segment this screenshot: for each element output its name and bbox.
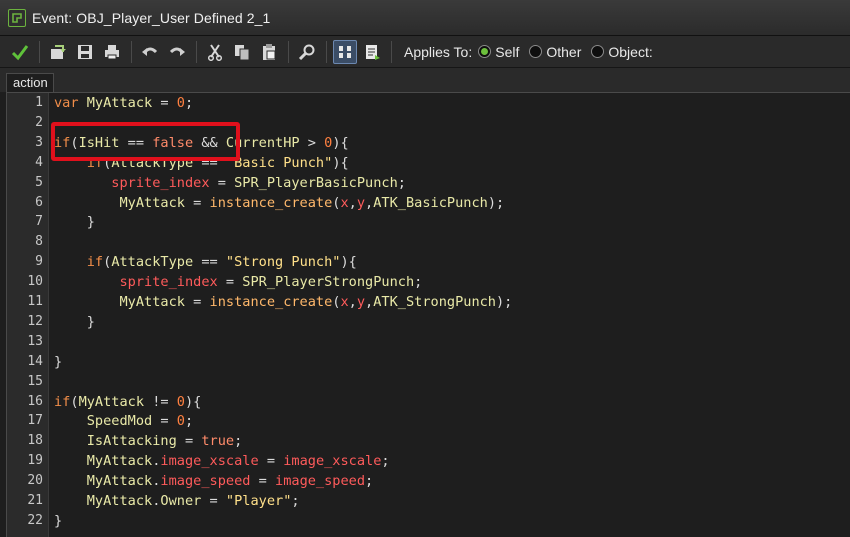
line-number: 19 [27, 453, 43, 469]
tab-strip: action [0, 68, 850, 92]
radio-object-label: Object: [608, 43, 653, 60]
code-line[interactable]: MyAttack.image_xscale = image_xscale; [54, 453, 390, 469]
line-number: 18 [27, 433, 43, 449]
toolbar-separator [131, 40, 132, 63]
find-icon[interactable] [295, 40, 319, 64]
line-number: 9 [35, 254, 43, 270]
line-number: 4 [35, 154, 43, 170]
line-number: 12 [27, 313, 43, 329]
radio-self-label: Self [495, 43, 520, 60]
radio-object[interactable] [591, 45, 605, 58]
save-icon[interactable] [73, 40, 97, 64]
toolbar-separator [326, 40, 327, 63]
code-line[interactable]: IsAttacking = true; [54, 433, 243, 449]
line-number: 7 [35, 214, 43, 230]
ok-checkmark-icon[interactable] [8, 40, 32, 64]
line-number: 16 [27, 393, 43, 409]
line-number: 13 [27, 333, 43, 349]
print-icon[interactable] [100, 40, 124, 64]
applies-to-label: Applies To: [404, 43, 473, 60]
code-line[interactable]: SpeedMod = 0; [54, 413, 193, 429]
undo-icon[interactable] [138, 40, 162, 64]
radio-other-label: Other [546, 43, 582, 60]
code-line[interactable]: MyAttack = instance_create(x,y,ATK_Stron… [54, 294, 512, 310]
code-line[interactable]: } [54, 513, 62, 529]
code-line[interactable]: sprite_index = SPR_PlayerBasicPunch; [54, 175, 406, 191]
toolbar: Applies To: Self Other Object: [0, 36, 850, 68]
code-line[interactable]: MyAttack.image_speed = image_speed; [54, 473, 373, 489]
toolbar-separator [288, 40, 289, 63]
radio-self[interactable] [478, 45, 492, 58]
copy-icon[interactable] [230, 40, 254, 64]
paste-icon[interactable] [257, 40, 281, 64]
window-title: Event: OBJ_Player_User Defined 2_1 [32, 9, 271, 26]
toolbar-separator [39, 40, 40, 63]
toolbar-separator [391, 40, 392, 63]
code-line[interactable]: MyAttack.Owner = "Player"; [54, 493, 300, 509]
line-number: 22 [27, 512, 43, 528]
import-icon[interactable] [46, 40, 70, 64]
code-line[interactable]: if(MyAttack != 0){ [54, 394, 201, 410]
code-editor[interactable]: 1 2 3 4 5 6 7 8 9 10 11 12 13 14 15 16 17 18 19 20 21 22 var … [6, 92, 850, 537]
toolbar-separator [196, 40, 197, 63]
line-number: 11 [27, 294, 43, 309]
code-line[interactable]: var MyAttack = 0; [54, 95, 193, 111]
line-number: 15 [27, 373, 43, 389]
code-view-toggle-icon[interactable] [333, 39, 357, 64]
line-number: 10 [27, 274, 43, 290]
line-number: 5 [35, 174, 43, 190]
line-number: 6 [35, 194, 43, 210]
code-line[interactable]: if(AttackType == "Strong Punch"){ [54, 254, 357, 270]
script-sheet-icon[interactable] [360, 40, 384, 64]
redo-icon[interactable] [165, 40, 189, 64]
line-number: 2 [35, 114, 43, 130]
gamemaker-app-icon [8, 8, 26, 27]
line-number: 20 [27, 473, 43, 489]
line-number: 21 [27, 493, 43, 508]
applies-to-other-option[interactable]: Other [529, 44, 581, 60]
code-line[interactable]: sprite_index = SPR_PlayerStrongPunch; [54, 274, 422, 290]
line-number: 8 [35, 234, 43, 250]
code-line[interactable]: MyAttack = instance_create(x,y,ATK_Basic… [54, 195, 504, 211]
line-number: 14 [27, 353, 43, 369]
applies-to-self-option[interactable]: Self [478, 44, 519, 60]
title-bar: Event: OBJ_Player_User Defined 2_1 [0, 0, 850, 36]
code-line[interactable]: } [54, 354, 62, 370]
cut-icon[interactable] [203, 40, 227, 64]
line-number: 3 [35, 134, 43, 150]
highlight-annotation-box [51, 122, 240, 161]
line-number-gutter: 1 2 3 4 5 6 7 8 9 10 11 12 13 14 15 16 17 18 19 20 21 22 [7, 93, 49, 537]
applies-to-object-option[interactable]: Object: [591, 43, 653, 60]
line-number: 17 [27, 413, 43, 429]
radio-other[interactable] [529, 45, 543, 58]
line-number: 1 [35, 95, 43, 110]
tab-action[interactable]: action [6, 73, 54, 92]
code-line[interactable]: } [54, 214, 95, 230]
code-line[interactable]: } [54, 314, 95, 330]
